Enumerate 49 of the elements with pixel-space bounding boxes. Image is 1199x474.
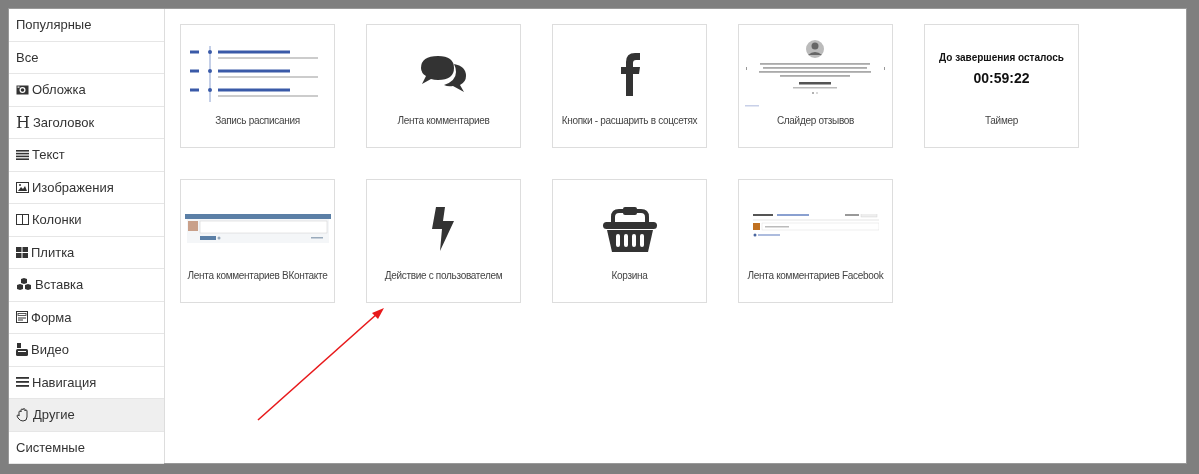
text-lines-icon bbox=[16, 149, 29, 160]
sidebar-item[interactable]: Видео bbox=[9, 334, 164, 366]
block-card[interactable]: Лента комментариев Facebook bbox=[738, 179, 893, 303]
tiles-icon bbox=[16, 246, 28, 258]
hand-icon bbox=[16, 407, 30, 422]
sidebar-item[interactable]: Вставка bbox=[9, 269, 164, 301]
block-card[interactable]: Лента комментариев bbox=[366, 24, 521, 148]
sidebar-item[interactable]: Текст bbox=[9, 139, 164, 171]
block-card[interactable]: До завершения осталось 00:59:22 Таймер bbox=[924, 24, 1079, 148]
block-label: Лента комментариев bbox=[396, 114, 491, 128]
sidebar-item[interactable]: Популярные bbox=[9, 9, 164, 41]
block-label: Таймер bbox=[984, 114, 1019, 128]
block-card[interactable]: Лента комментариев ВКонтакте bbox=[180, 179, 335, 303]
timer-heading: До завершения осталось bbox=[939, 52, 1064, 63]
block-label: Корзина bbox=[610, 269, 649, 283]
block-label: Запись расписания bbox=[214, 114, 301, 128]
block-card[interactable]: Запись расписания bbox=[180, 24, 335, 148]
timer-value: 00:59:22 bbox=[973, 70, 1030, 86]
block-card[interactable]: Слайдер отзывов bbox=[738, 24, 893, 148]
block-card[interactable]: Действие с пользователем bbox=[366, 179, 521, 303]
image-icon bbox=[16, 181, 29, 193]
block-card[interactable]: Корзина bbox=[552, 179, 707, 303]
sidebar-item[interactable]: Колонки bbox=[9, 204, 164, 236]
cubes-icon bbox=[16, 278, 32, 292]
sidebar-item[interactable]: Изображения bbox=[9, 171, 164, 203]
block-label: Лента комментариев Facebook bbox=[746, 269, 885, 283]
block-card[interactable]: Кнопки - расшарить в соцсетях bbox=[552, 24, 707, 148]
form-icon bbox=[16, 311, 28, 324]
video-icon bbox=[16, 343, 28, 357]
heading-icon: H bbox=[16, 112, 30, 132]
columns-icon bbox=[16, 214, 29, 226]
sidebar-item[interactable]: Форма bbox=[9, 301, 164, 333]
lightning-icon bbox=[431, 207, 456, 251]
facebook-icon bbox=[618, 52, 641, 96]
block-label: Кнопки - расшарить в соцсетях bbox=[560, 114, 699, 128]
block-label: Слайдер отзывов bbox=[775, 114, 856, 128]
sidebar-item[interactable]: Системные bbox=[9, 431, 164, 463]
camera-icon bbox=[16, 84, 29, 96]
sidebar-item[interactable]: Плитка bbox=[9, 236, 164, 268]
speech-bubbles-icon bbox=[419, 54, 468, 94]
basket-icon bbox=[601, 205, 658, 253]
sidebar-item[interactable]: H Заголовок bbox=[9, 106, 164, 138]
block-label: Лента комментариев ВКонтакте bbox=[186, 269, 329, 283]
block-label: Действие с пользователем bbox=[383, 269, 504, 283]
menu-icon bbox=[16, 377, 29, 388]
sidebar-item[interactable]: Навигация bbox=[9, 366, 164, 398]
sidebar-item[interactable]: Все bbox=[9, 41, 164, 73]
sidebar-item[interactable]: Обложка bbox=[9, 74, 164, 106]
sidebar-item[interactable]: Другие bbox=[9, 399, 164, 431]
